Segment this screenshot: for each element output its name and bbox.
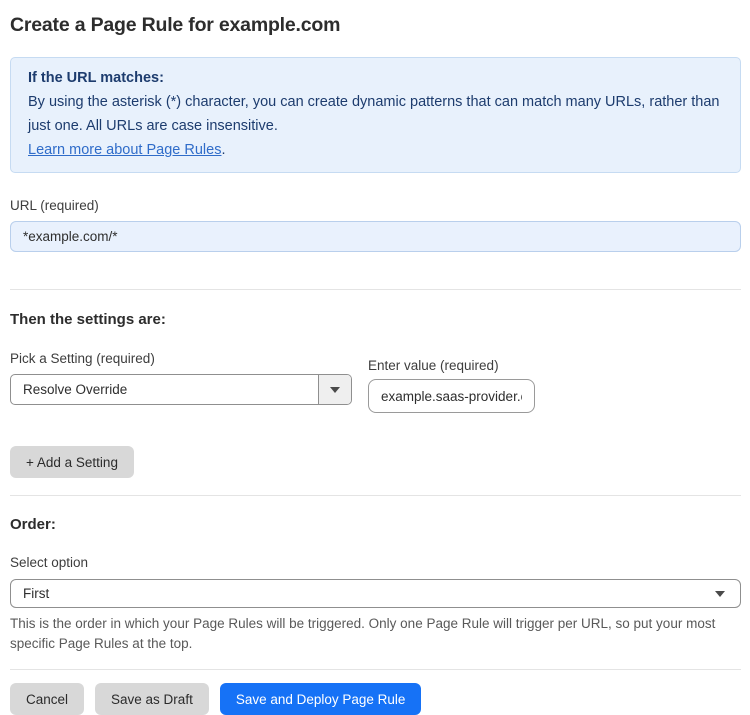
order-select[interactable]: First [10, 579, 741, 608]
link-suffix: . [221, 142, 226, 158]
chevron-down-icon [330, 386, 340, 393]
save-as-draft-button[interactable]: Save as Draft [95, 683, 209, 715]
page-rule-form: Create a Page Rule for example.com If th… [0, 12, 750, 715]
url-match-info-box: If the URL matches: By using the asteris… [10, 57, 741, 173]
chevron-down-icon [715, 590, 725, 597]
setting-picker-dropdown-button[interactable] [318, 375, 351, 404]
url-field-label: URL (required) [10, 198, 99, 213]
order-help-text: This is the order in which your Page Rul… [10, 616, 716, 651]
setting-picker-selected-value: Resolve Override [23, 382, 128, 397]
page-title: Create a Page Rule for example.com [10, 14, 341, 36]
learn-more-link[interactable]: Learn more about Page Rules [28, 142, 221, 158]
setting-value-label: Enter value (required) [368, 358, 499, 373]
info-box-heading: If the URL matches: [28, 70, 164, 86]
info-box-link-line: Learn more about Page Rules. [28, 138, 723, 162]
setting-value-input[interactable] [368, 379, 535, 413]
cancel-button[interactable]: Cancel [10, 683, 85, 715]
section-divider [10, 289, 741, 290]
info-box-body: By using the asterisk (*) character, you… [28, 94, 720, 134]
form-actions: Cancel Save as Draft Save and Deploy Pag… [10, 683, 741, 715]
save-and-deploy-button[interactable]: Save and Deploy Page Rule [219, 683, 422, 715]
order-section-heading: Order: [10, 516, 56, 533]
section-divider [10, 495, 741, 496]
setting-picker-dropdown[interactable]: Resolve Override [10, 374, 352, 405]
section-divider [10, 669, 741, 670]
add-setting-button[interactable]: + Add a Setting [10, 446, 134, 478]
setting-row: Pick a Setting (required) Resolve Overri… [10, 351, 741, 413]
order-selected-value: First [23, 586, 50, 601]
order-select-label: Select option [10, 555, 89, 570]
url-input[interactable] [10, 221, 741, 252]
setting-value-column: Enter value (required) [368, 358, 535, 413]
setting-picker-column: Pick a Setting (required) Resolve Overri… [10, 351, 352, 405]
setting-picker-label: Pick a Setting (required) [10, 351, 155, 366]
settings-section-heading: Then the settings are: [10, 311, 166, 328]
